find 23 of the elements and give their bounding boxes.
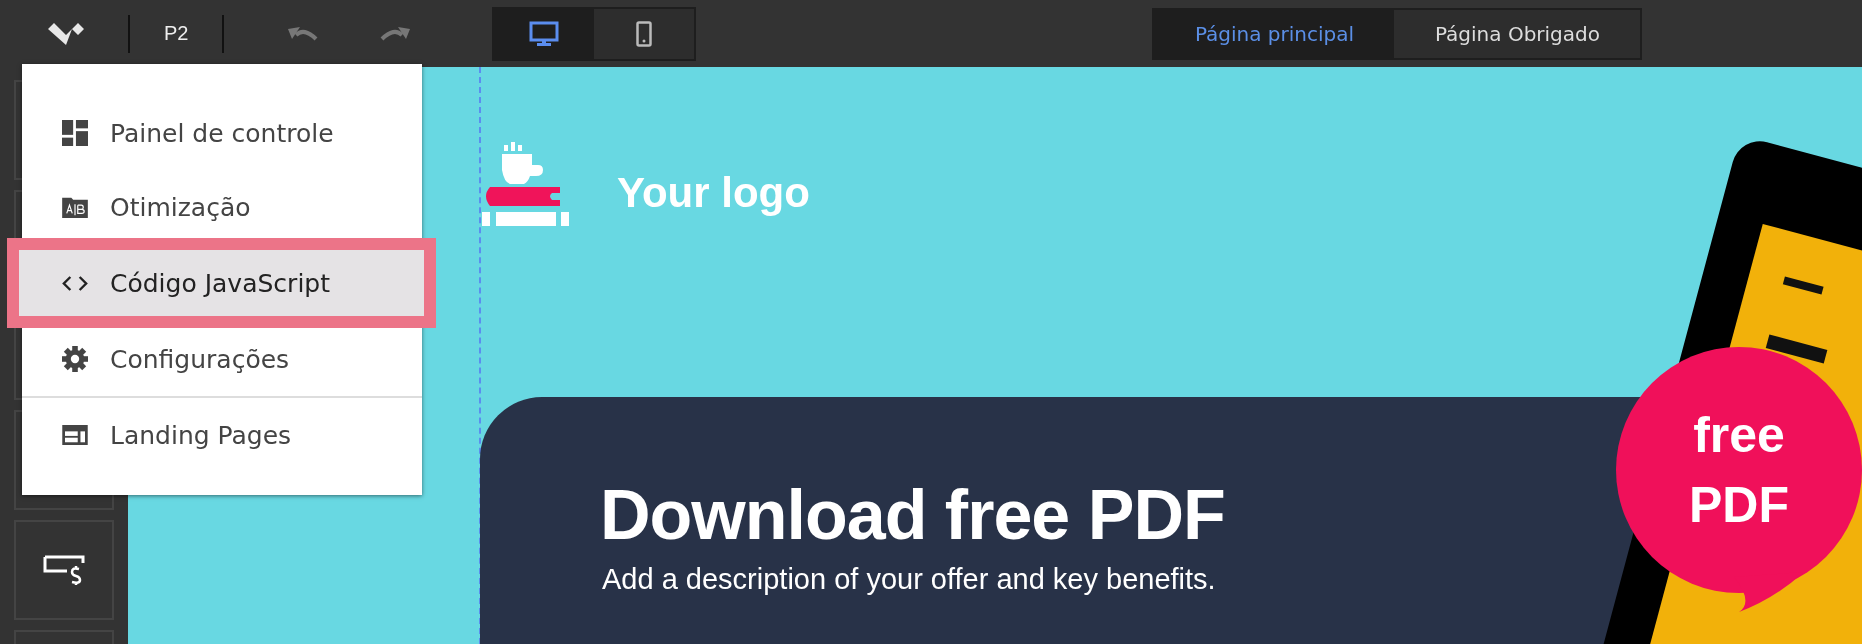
badge-text: PDF	[1689, 476, 1789, 535]
ab-folder-icon	[62, 196, 88, 218]
headline: Download free PDF	[600, 475, 1225, 555]
gear-icon	[62, 346, 88, 372]
logo-text: Your logo	[617, 169, 810, 217]
sidebar-tile[interactable]	[14, 520, 114, 620]
code-icon	[62, 274, 88, 292]
layout-icon	[62, 425, 88, 445]
menu-item[interactable]: Otimização	[22, 170, 422, 244]
logo-icon[interactable]	[48, 22, 84, 45]
price-tag-icon	[43, 555, 85, 585]
menu-item[interactable]: Painel de controle	[22, 96, 422, 170]
menu-item[interactable]: Landing Pages	[22, 398, 422, 472]
redo-icon[interactable]	[378, 24, 411, 43]
monitor-icon	[529, 20, 560, 47]
description: Add a description of your offer and key benefits.	[602, 563, 1216, 596]
menu-item[interactable]: Configurações	[22, 322, 422, 396]
project-name: P2	[164, 22, 189, 45]
badge-text: free	[1693, 406, 1785, 465]
dashboard-icon	[62, 120, 88, 146]
device-tab[interactable]	[594, 8, 695, 59]
phone-icon	[636, 20, 653, 47]
page-tab[interactable]: Página Obrigado	[1394, 9, 1641, 58]
